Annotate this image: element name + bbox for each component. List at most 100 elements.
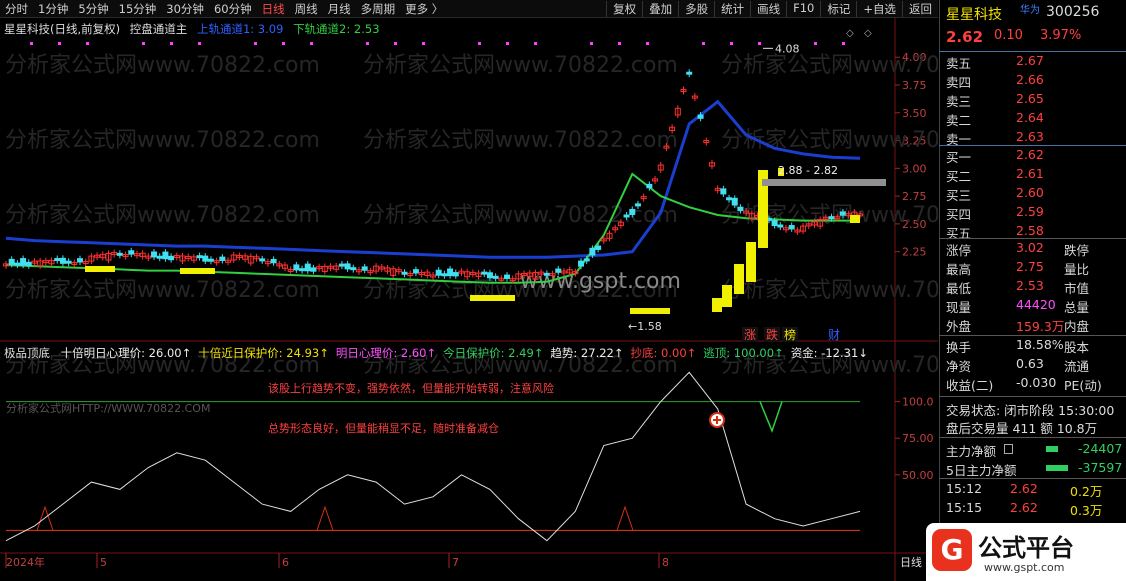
signal-dot: [478, 42, 481, 45]
indicator-name[interactable]: 控盘通道主: [130, 22, 188, 36]
event-tag: 财: [828, 328, 840, 342]
tick-row-1: 15:15 2.62 0.3万: [946, 500, 1126, 519]
main-flow-value: -24407: [1078, 441, 1123, 456]
price-change-pct: 3.97%: [1040, 28, 1082, 43]
diamond-icon: ◇: [846, 28, 854, 39]
price-tick-label: 3.75: [902, 79, 927, 92]
escape-dip: [759, 401, 783, 434]
panel-separator: [939, 145, 1126, 146]
signal-dot: [702, 42, 705, 45]
watermark-text: 分析家公式网www.70822.com: [721, 128, 938, 153]
candle-body: [583, 258, 590, 262]
stat-row-0-value: 3.02: [1016, 240, 1044, 255]
signal-dot: [534, 42, 537, 45]
date-label: 7: [452, 556, 459, 569]
trade-status: 交易状态: 闭市阶段 15:30:00: [946, 400, 1126, 419]
yellow-signal-bar: [722, 285, 732, 307]
stock-chart[interactable]: 4.003.753.503.253.002.752.502.25分析家公式网ww…: [0, 0, 938, 581]
tick-vol: 0.2万: [1070, 484, 1103, 499]
osc-tick-label: 75.00: [902, 432, 934, 445]
date-label: 5: [100, 556, 107, 569]
sub-legend-item-6: 逃顶: 100.00↑: [703, 346, 784, 360]
flow5-label: 5日主力净额: [946, 463, 1017, 478]
flow5-row: 5日主力净额 -37597: [946, 460, 1126, 479]
stat-row-3-label2: 总量: [1064, 300, 1090, 315]
stat-row-4: 外盘 159.3万 内盘: [946, 316, 1126, 335]
signal-dot: [506, 42, 509, 45]
stat-row-2: 最低 2.53 市值: [946, 278, 1126, 297]
candle-body: [270, 258, 277, 264]
candle-body: [686, 71, 693, 75]
candle-body: [344, 263, 351, 270]
ask-row-2-label: 卖三: [946, 94, 972, 109]
signal-dot: [394, 42, 397, 45]
candle-body: [151, 251, 158, 258]
flow5-bar: [1046, 465, 1068, 471]
quote-panel: 星星科技 华为 300256 2.62 0.10 3.97% 卖五 2.67 卖四 2…: [926, 0, 1126, 581]
bid-row-0: 买一 2.62: [946, 147, 1126, 166]
sub-indicator-name[interactable]: 极品顶底: [4, 346, 50, 360]
stat-row-1-label2: 量比: [1064, 262, 1090, 277]
bid-row-1-value: 2.61: [1016, 166, 1044, 181]
candle-body: [720, 188, 727, 195]
signal-dot: [198, 42, 201, 45]
brand-url: www.gspt.com: [984, 561, 1065, 574]
stock-tag: 华为: [1020, 5, 1040, 16]
yellow-signal-bar: [712, 298, 722, 312]
sub-legend-item-5: 抄底: 0.00↑: [630, 346, 697, 360]
candle-body: [839, 211, 846, 216]
sub-watermark: 分析家公式网HTTP://WWW.70822.COM: [6, 401, 210, 415]
stat-row-2-label2: 市值: [1064, 281, 1090, 296]
candle-body: [20, 258, 27, 266]
candle-body: [452, 272, 459, 277]
brand-g-icon: G: [932, 529, 972, 571]
signal-dot: [422, 42, 425, 45]
candle-body: [623, 214, 630, 218]
stat2-row-2-value: -0.030: [1016, 375, 1057, 390]
watermark-text: 分析家公式网www.70822.com: [5, 203, 320, 228]
sub-legend-item-3: 今日保护价: 2.49↑: [443, 346, 544, 360]
lower-band-label: 下轨通道2: 2.53: [293, 22, 380, 36]
ask-row-2: 卖三 2.65: [946, 91, 1126, 110]
tick-price: 2.62: [1010, 500, 1038, 515]
candle-body: [481, 271, 488, 275]
tick-row-0: 15:12 2.62 0.2万: [946, 481, 1126, 500]
bid-row-0-label: 买一: [946, 150, 972, 165]
candle-body: [54, 258, 61, 262]
stat-row-4-label2: 内盘: [1064, 319, 1090, 334]
watermark-text: 分析家公式网www.70822.com: [363, 203, 678, 228]
tick-price: 2.62: [1010, 481, 1038, 496]
doc-icon[interactable]: [1004, 444, 1013, 454]
signal-dot: [170, 42, 173, 45]
signal-dot: [646, 42, 649, 45]
event-tag: 涨: [744, 327, 756, 342]
panel-separator: [939, 335, 1126, 336]
candle-body: [629, 208, 636, 215]
signal-dot: [30, 42, 33, 45]
candle-body: [737, 206, 744, 212]
candle-body: [441, 273, 448, 277]
annotation-note-2: 总势形态良好，但量能稍显不足，随时准备减仓: [268, 421, 499, 435]
stat-row-1-value: 2.75: [1016, 259, 1044, 274]
bid-row-3-value: 2.59: [1016, 204, 1044, 219]
trade-status-text: 交易状态: 闭市阶段 15:30:00: [946, 403, 1115, 418]
ask-row-3-label: 卖二: [946, 113, 972, 128]
main-flow-row[interactable]: 主力净额 -24407: [946, 441, 1126, 460]
stock-name: 星星科技: [946, 7, 1002, 23]
watermark-text: 分析家公式网www.70822.com: [721, 53, 938, 78]
signal-dot: [618, 42, 621, 45]
signal-dot: [142, 42, 145, 45]
candle-body: [202, 255, 209, 262]
candle-body: [156, 255, 163, 259]
main-legend: 星星科技(日线,前复权) 控盘通道主 上轨通道1: 3.09 下轨通道2: 2.…: [4, 21, 386, 37]
candle-body: [555, 268, 562, 273]
stat2-row-2-label2: PE(动): [1064, 378, 1102, 393]
candle-body: [361, 266, 368, 271]
stat2-row-1-label2: 流通: [1064, 359, 1090, 374]
ask-row-4-value: 2.63: [1016, 129, 1044, 144]
event-tag: 跌: [766, 327, 778, 342]
sub-legend-item-1: 十倍近日保护价: 24.93↑: [198, 346, 329, 360]
quote-header: 星星科技 华为 300256: [946, 4, 1126, 23]
main-flow-bar: [1046, 446, 1058, 452]
osc-tick-label: 50.00: [902, 469, 934, 482]
